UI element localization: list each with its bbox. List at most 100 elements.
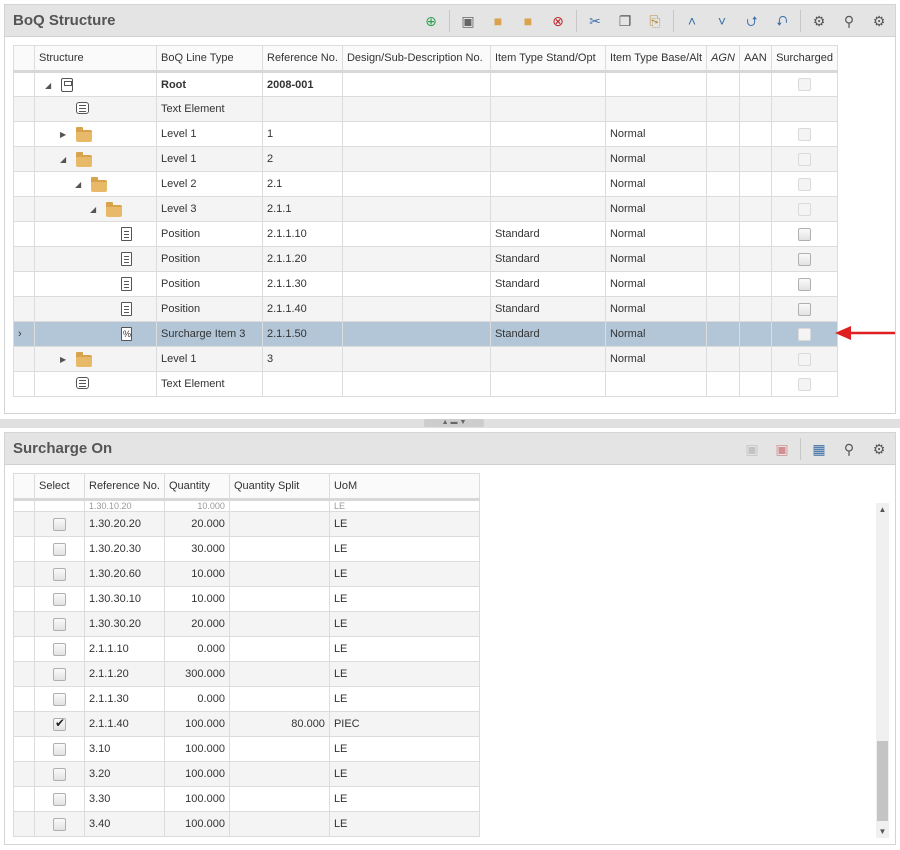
reference-cell[interactable]: 3.40 <box>84 811 165 837</box>
uom-cell[interactable]: LE <box>328 761 480 787</box>
design-sub-cell[interactable] <box>341 296 491 322</box>
structure-cell[interactable]: ◢ <box>34 171 157 197</box>
column-header-reference[interactable]: Reference No. <box>262 45 343 73</box>
quantity-cell[interactable]: 100.000 <box>163 761 230 787</box>
surcharged-cell[interactable] <box>771 371 839 397</box>
agn-cell[interactable] <box>706 146 741 172</box>
table-icon[interactable]: ▦ <box>807 437 831 461</box>
table-row[interactable]: 1.30.20.30 30.000 LE <box>13 536 480 562</box>
select-cell[interactable] <box>34 661 85 687</box>
agn-cell[interactable] <box>706 271 741 297</box>
item-base-alt-cell[interactable]: Normal <box>604 296 708 322</box>
table-row[interactable]: 3.40 100.000 LE <box>13 811 480 837</box>
surcharged-checkbox[interactable] <box>798 252 812 266</box>
expand-caret-open-icon[interactable]: ◢ <box>75 180 81 189</box>
quantity-split-cell[interactable] <box>228 686 330 712</box>
table-row[interactable]: ◢ Root 2008-001 <box>13 71 839 97</box>
design-sub-cell[interactable] <box>341 196 491 222</box>
paste-icon[interactable]: ⎘ <box>643 9 667 33</box>
aan-cell[interactable] <box>739 321 773 347</box>
quantity-cell[interactable]: 30.000 <box>163 536 230 562</box>
row-indicator-cell[interactable] <box>13 586 35 612</box>
item-base-alt-cell[interactable]: Normal <box>604 221 708 247</box>
structure-cell[interactable] <box>34 271 157 297</box>
table-row[interactable]: ◢ Level 3 2.1.1 Normal <box>13 196 839 222</box>
uom-cell[interactable]: LE <box>328 686 480 712</box>
quantity-split-cell[interactable] <box>228 511 330 537</box>
line-type-cell[interactable]: Position <box>156 271 263 297</box>
row-indicator-cell[interactable] <box>13 736 35 762</box>
reference-cell[interactable]: 1.30.20.30 <box>84 536 165 562</box>
reference-cell[interactable]: 1.30.20.60 <box>84 561 165 587</box>
reference-cell[interactable] <box>262 371 343 397</box>
line-type-cell[interactable]: Position <box>156 296 263 322</box>
structure-cell[interactable] <box>34 296 157 322</box>
reference-cell[interactable]: 3.10 <box>84 736 165 762</box>
select-cell[interactable] <box>34 686 85 712</box>
surcharged-cell[interactable] <box>771 121 839 147</box>
design-sub-cell[interactable] <box>341 346 491 372</box>
agn-cell[interactable] <box>706 171 741 197</box>
quantity-split-cell[interactable] <box>228 761 330 787</box>
agn-cell[interactable] <box>706 321 741 347</box>
uom-cell[interactable]: LE <box>328 561 480 587</box>
agn-cell[interactable] <box>706 96 741 122</box>
row-indicator-cell[interactable] <box>13 121 35 147</box>
line-type-cell[interactable]: Level 1 <box>156 146 263 172</box>
row-indicator-cell[interactable] <box>13 346 35 372</box>
quantity-split-cell[interactable] <box>228 811 330 837</box>
table-row[interactable]: 3.30 100.000 LE <box>13 786 480 812</box>
reference-cell[interactable]: 2.1.1.10 <box>84 636 165 662</box>
move-down-icon[interactable]: ˅ <box>710 9 734 33</box>
item-stand-opt-cell[interactable] <box>489 171 606 197</box>
reference-cell[interactable]: 2 <box>262 146 343 172</box>
reference-cell[interactable]: 3.20 <box>84 761 165 787</box>
row-indicator-cell[interactable] <box>13 761 35 787</box>
row-indicator-cell[interactable] <box>13 146 35 172</box>
structure-cell[interactable]: ▶ <box>34 121 157 147</box>
row-indicator-cell[interactable]: › <box>13 321 35 347</box>
column-header-quantity-split[interactable]: Quantity Split <box>228 473 330 501</box>
item-stand-opt-cell[interactable] <box>489 96 606 122</box>
agn-cell[interactable] <box>706 296 741 322</box>
row-indicator-cell[interactable] <box>13 71 35 97</box>
reference-cell[interactable]: 2.1.1.30 <box>84 686 165 712</box>
uom-cell[interactable]: LE <box>328 786 480 812</box>
delete-icon[interactable]: ⊗ <box>546 9 570 33</box>
select-checkbox[interactable] <box>53 617 66 631</box>
quantity-cell[interactable]: 10.000 <box>163 586 230 612</box>
reference-cell[interactable]: 1 <box>262 121 343 147</box>
table-row[interactable]: 1.30.20.60 10.000 LE <box>13 561 480 587</box>
column-header-select[interactable]: Select <box>34 473 85 501</box>
vertical-scrollbar[interactable]: ▲ ▼ <box>876 503 889 838</box>
table-row[interactable]: ▶ Level 1 1 Normal <box>13 121 839 147</box>
reference-cell[interactable]: 1.30.30.10 <box>84 586 165 612</box>
surcharged-cell[interactable] <box>771 246 839 272</box>
line-type-cell[interactable]: Position <box>156 246 263 272</box>
reference-cell[interactable]: 2008-001 <box>262 71 343 97</box>
line-type-cell[interactable]: Position <box>156 221 263 247</box>
aan-cell[interactable] <box>739 296 773 322</box>
item-base-alt-cell[interactable]: Normal <box>604 321 708 347</box>
select-checkbox[interactable] <box>53 792 66 806</box>
select-checkbox[interactable] <box>53 517 66 531</box>
item-stand-opt-cell[interactable] <box>489 196 606 222</box>
reference-cell[interactable]: 2.1 <box>262 171 343 197</box>
table-row[interactable]: Position 2.1.1.30 Standard Normal <box>13 271 839 297</box>
quantity-split-cell[interactable] <box>228 536 330 562</box>
select-checkbox[interactable] <box>53 642 66 656</box>
expand-caret-open-icon[interactable]: ◢ <box>45 81 51 90</box>
aan-cell[interactable] <box>739 221 773 247</box>
column-header-structure[interactable]: Structure <box>34 45 157 73</box>
column-header-item-stand-opt[interactable]: Item Type Stand/Opt <box>489 45 606 73</box>
item-base-alt-cell[interactable] <box>604 71 708 97</box>
select-cell[interactable] <box>34 711 85 737</box>
expand-caret-open-icon[interactable]: ◢ <box>90 205 96 214</box>
aan-cell[interactable] <box>739 121 773 147</box>
select-checkbox[interactable] <box>53 667 66 681</box>
item-stand-opt-cell[interactable]: Standard <box>489 271 606 297</box>
table-row[interactable]: Text Element <box>13 96 839 122</box>
structure-cell[interactable] <box>34 221 157 247</box>
uom-cell[interactable]: LE <box>328 586 480 612</box>
uom-cell[interactable]: LE <box>328 736 480 762</box>
